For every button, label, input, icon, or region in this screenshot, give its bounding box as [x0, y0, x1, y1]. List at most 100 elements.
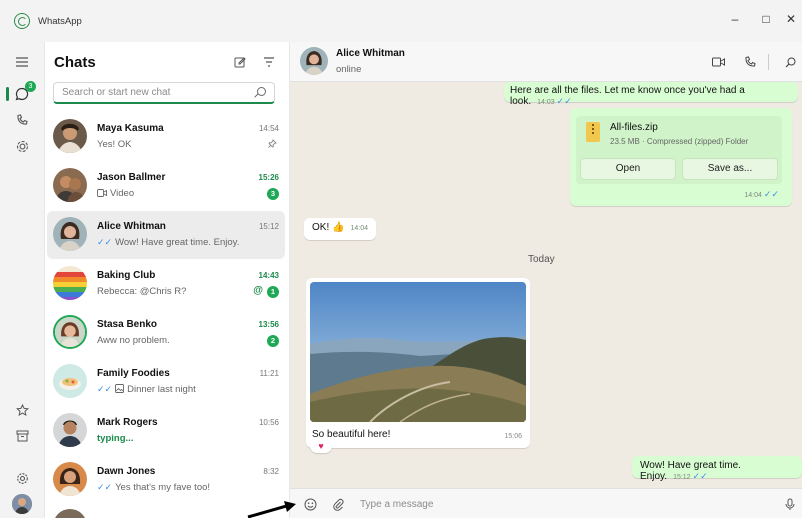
- avatar: [53, 364, 87, 398]
- chat-time: 11:21: [259, 369, 279, 378]
- open-file-button[interactable]: Open: [580, 158, 676, 180]
- file-name: All-files.zip: [610, 122, 658, 133]
- chat-name: Jason Ballmer: [97, 172, 166, 183]
- chat-time: 15:26: [258, 173, 279, 182]
- chat-list-panel: Chats Maya Kasuma Yes! OK 14:54 Jason Ba…: [44, 42, 290, 518]
- zip-file-icon: [586, 122, 600, 142]
- chat-name: Family Foodies: [97, 368, 170, 379]
- message-composer: [290, 488, 802, 518]
- unread-badge: 2: [267, 335, 279, 347]
- avatar: [53, 509, 87, 518]
- starred-icon[interactable]: [12, 400, 32, 420]
- chat-item-maya-kasuma[interactable]: Maya Kasuma Yes! OK 14:54: [47, 113, 285, 161]
- app-title: WhatsApp: [38, 15, 82, 27]
- contact-name[interactable]: Alice Whitman: [336, 48, 405, 59]
- read-ticks-icon: ✓✓: [692, 471, 708, 481]
- minimize-button[interactable]: –: [726, 12, 744, 26]
- photo-message[interactable]: So beautiful here! 15:06: [306, 278, 530, 448]
- chat-item-alice-whitman[interactable]: Alice Whitman ✓✓ Wow! Have great time. En…: [47, 211, 285, 259]
- message-time-text: 14:04: [744, 192, 762, 199]
- active-indicator: [6, 87, 9, 101]
- read-ticks-icon: ✓✓: [763, 189, 779, 199]
- nav-rail: 3: [0, 42, 44, 518]
- heart-reaction-icon[interactable]: ♥: [310, 439, 332, 453]
- message-time: 15:12: [673, 474, 691, 481]
- chats-unread-badge: 3: [25, 81, 36, 92]
- avatar: [53, 266, 87, 300]
- avatar: [53, 462, 87, 496]
- read-ticks-icon: ✓✓: [556, 96, 572, 106]
- menu-icon[interactable]: [12, 52, 32, 72]
- search-box[interactable]: [53, 82, 275, 104]
- message-input[interactable]: [360, 495, 740, 513]
- file-attachment-message[interactable]: All-files.zip 23.5 MB · Compressed (zipp…: [570, 108, 792, 206]
- chat-item-family-foodies[interactable]: Family Foodies ✓✓ Dinner last night 11:2…: [47, 358, 285, 406]
- save-as-button[interactable]: Save as...: [682, 158, 778, 180]
- chat-preview: Aww no problem.: [97, 335, 170, 346]
- chat-time: 8:32: [263, 467, 279, 476]
- avatar: [53, 315, 87, 349]
- chat-preview-text: Yes that's my fave too!: [115, 482, 211, 493]
- chat-name: Alice Whitman: [97, 221, 166, 232]
- chat-item-mark-rogers[interactable]: Mark Rogers typing... 10:56: [47, 407, 285, 455]
- landscape-photo[interactable]: [310, 282, 526, 422]
- chat-item-jason-ballmer[interactable]: Jason Ballmer Video 15:26 3: [47, 162, 285, 210]
- contact-status: online: [336, 64, 362, 75]
- filter-icon[interactable]: [261, 54, 277, 70]
- chat-preview-text: Wow! Have great time. Enjoy.: [115, 237, 240, 248]
- chat-preview: Rebecca: @Chris R?: [97, 286, 187, 297]
- contact-avatar[interactable]: [300, 47, 328, 75]
- whatsapp-logo-icon: [14, 13, 30, 29]
- voice-call-icon[interactable]: [742, 54, 758, 70]
- chat-time: 13:56: [258, 320, 279, 329]
- chat-name: Maya Kasuma: [97, 123, 164, 134]
- video-call-icon[interactable]: [710, 54, 726, 70]
- avatar: [53, 217, 87, 251]
- file-attachment: All-files.zip 23.5 MB · Compressed (zipp…: [576, 116, 782, 184]
- search-input[interactable]: [54, 83, 244, 101]
- chat-preview-text: Video: [110, 188, 135, 199]
- microphone-icon[interactable]: [782, 496, 798, 512]
- unread-badge: 1: [267, 286, 279, 298]
- avatar: [53, 119, 87, 153]
- read-ticks-icon: ✓✓: [97, 384, 113, 394]
- chat-time: 14:54: [258, 124, 279, 133]
- chat-preview: Video: [97, 188, 134, 200]
- search-icon: [257, 87, 266, 96]
- emoji-icon[interactable]: [302, 496, 318, 512]
- chat-item-dawn-jones[interactable]: Dawn Jones ✓✓ Yes that's my fave too! 8:3…: [47, 456, 285, 504]
- chat-time: 10:56: [258, 418, 279, 427]
- chat-item-stasa-benko[interactable]: Stasa Benko Aww no problem. 13:56 2: [47, 309, 285, 357]
- chat-preview-text: Dinner last night: [127, 384, 196, 395]
- chat-item-baking-club[interactable]: Baking Club Rebecca: @Chris R? 14:43 @ 1: [47, 260, 285, 308]
- chat-name: Dawn Jones: [97, 466, 156, 477]
- chats-heading: Chats: [54, 54, 96, 71]
- maximize-button[interactable]: □: [757, 12, 775, 26]
- status-icon[interactable]: [12, 136, 32, 156]
- chat-name: Mark Rogers: [97, 417, 158, 428]
- read-ticks-icon: ✓✓: [97, 237, 113, 247]
- profile-avatar[interactable]: [12, 494, 32, 514]
- search-icon[interactable]: [782, 54, 798, 70]
- chat-preview: ✓✓ Yes that's my fave too!: [97, 482, 210, 493]
- new-chat-icon[interactable]: [232, 54, 248, 70]
- attach-icon[interactable]: [330, 496, 346, 512]
- calls-icon[interactable]: [12, 110, 32, 130]
- read-ticks-icon: ✓✓: [97, 482, 113, 492]
- header-divider: [768, 54, 769, 70]
- conversation-header: Alice Whitman online: [290, 42, 802, 82]
- archive-icon[interactable]: [12, 426, 32, 446]
- chat-preview: Yes! OK: [97, 139, 132, 150]
- chat-name: Baking Club: [97, 270, 156, 281]
- close-button[interactable]: ✕: [782, 12, 800, 26]
- file-meta: 23.5 MB · Compressed (zipped) Folder: [610, 137, 749, 146]
- settings-icon[interactable]: [12, 468, 32, 488]
- message-outgoing[interactable]: Here are all the files. Let me know once…: [504, 82, 798, 107]
- message-incoming[interactable]: OK! 👍 14:04: [304, 218, 376, 240]
- message-outgoing[interactable]: Wow! Have great time. Enjoy. 15:12 ✓✓: [632, 456, 802, 482]
- message-time: 14:04: [350, 225, 368, 232]
- message-text: OK! 👍: [312, 222, 345, 233]
- title-bar: WhatsApp – □ ✕: [0, 0, 802, 42]
- photo-icon: [115, 384, 125, 396]
- video-icon: [97, 189, 107, 200]
